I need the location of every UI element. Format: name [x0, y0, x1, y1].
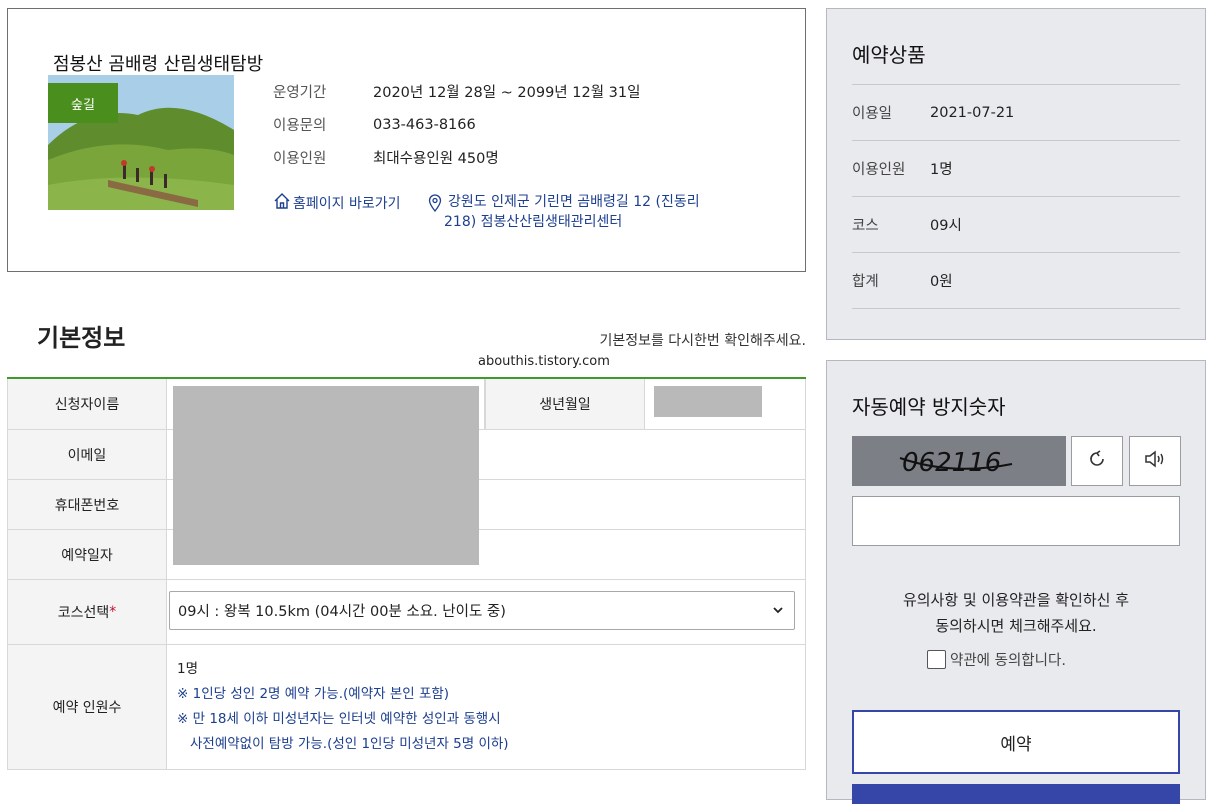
people-note: 사전예약없이 탐방 가능.(성인 1인당 미성년자 5명 이하) — [190, 736, 509, 752]
people-note: ※ 만 18세 이하 미성년자는 인터넷 예약한 성인과 동행시 — [177, 711, 501, 727]
phone-label: 휴대폰번호 — [7, 480, 167, 529]
product-title: 점봉산 곰배령 산림생태탐방 — [53, 54, 264, 75]
homepage-link[interactable]: 홈페이지 바로가기 — [273, 192, 401, 214]
product-image: 숲길 — [48, 75, 234, 210]
speaker-icon — [1143, 448, 1167, 474]
basic-info-title: 기본정보 — [37, 324, 126, 352]
summary-value: 09시 — [930, 218, 962, 234]
course-label: 코스선택 * — [7, 580, 167, 644]
reservation-summary: 예약상품 이용일 2021-07-21 이용인원 1명 코스 09시 합계 0원 — [826, 8, 1206, 340]
home-icon — [273, 192, 291, 214]
applicant-name-label: 신청자이름 — [7, 379, 167, 429]
map-pin-icon — [428, 194, 442, 218]
people-label: 예약 인원수 — [7, 645, 167, 769]
address-link[interactable]: 강원도 인제군 기린면 곰배령길 12 (진동리 218) 점봉산산림생태관리센… — [428, 192, 728, 232]
summary-row-people: 이용인원 1명 — [852, 141, 1180, 197]
summary-title: 예약상품 — [852, 43, 926, 67]
refresh-icon — [1086, 448, 1108, 474]
next-button[interactable] — [852, 784, 1180, 804]
info-value: 033-463-8166 — [373, 116, 476, 133]
birth-label: 생년월일 — [485, 379, 645, 429]
agree-checkbox[interactable] — [927, 650, 946, 669]
course-label-text: 코스선택 — [57, 605, 110, 621]
address-line: 218) 점봉산산림생태관리센터 — [444, 214, 623, 230]
people-info: 1명 ※ 1인당 성인 2명 예약 가능.(예약자 본인 포함) ※ 만 18세… — [177, 657, 509, 757]
redacted-block — [173, 386, 479, 565]
summary-label: 합계 — [852, 274, 879, 290]
info-value: 2020년 12월 28일 ~ 2099년 12월 31일 — [373, 85, 641, 101]
chevron-down-icon — [772, 604, 784, 620]
summary-value: 2021-07-21 — [930, 104, 1015, 121]
info-label: 이용인원 — [273, 151, 327, 167]
product-card: 점봉산 곰배령 산림생태탐방 숲길 운영기간 2020년 12월 28일 ~ 2… — [7, 8, 806, 272]
captcha-image: 062116 — [852, 436, 1066, 486]
category-badge: 숲길 — [48, 83, 118, 123]
reserve-button[interactable]: 예약 — [852, 710, 1180, 774]
summary-list: 이용일 2021-07-21 이용인원 1명 코스 09시 합계 0원 — [852, 84, 1180, 309]
agree-checkbox-row[interactable]: 약관에 동의합니다. — [927, 649, 1066, 670]
summary-row-course: 코스 09시 — [852, 197, 1180, 253]
required-mark: * — [109, 604, 117, 620]
course-select-value: 09시 : 왕복 10.5km (04시간 00분 소요. 난이도 중) — [178, 604, 506, 620]
summary-label: 이용인원 — [852, 162, 906, 178]
agree-checkbox-label: 약관에 동의합니다. — [950, 653, 1066, 669]
address-line: 강원도 인제군 기린면 곰배령길 12 (진동리 — [448, 194, 700, 210]
info-row-period: 운영기간 2020년 12월 28일 ~ 2099년 12월 31일 — [273, 75, 640, 108]
summary-value: 0원 — [930, 274, 953, 290]
summary-label: 코스 — [852, 218, 879, 234]
agree-line: 유의사항 및 이용약관을 확인하신 후 — [902, 591, 1130, 609]
redacted-birth — [654, 386, 762, 417]
summary-row-total: 합계 0원 — [852, 253, 1180, 309]
agree-instructions: 유의사항 및 이용약관을 확인하신 후 동의하시면 체크해주세요. — [852, 587, 1180, 639]
basic-info-note: 기본정보를 다시한번 확인해주세요. — [599, 333, 806, 349]
summary-value: 1명 — [930, 162, 953, 178]
summary-row-date: 이용일 2021-07-21 — [852, 85, 1180, 141]
info-row-capacity: 이용인원 최대수용인원 450명 — [273, 141, 640, 174]
agree-line: 동의하시면 체크해주세요. — [935, 617, 1097, 635]
people-count: 1명 — [177, 661, 199, 677]
info-label: 운영기간 — [273, 85, 327, 101]
info-label: 이용문의 — [273, 118, 327, 134]
homepage-link-label: 홈페이지 바로가기 — [293, 196, 401, 212]
captcha-title: 자동예약 방지숫자 — [852, 395, 1006, 419]
date-label: 예약일자 — [7, 530, 167, 579]
captcha-panel: 자동예약 방지숫자 062116 유의사항 및 이용약관을 확인하신 후 동의하… — [826, 360, 1206, 804]
audio-captcha-button[interactable] — [1129, 436, 1181, 486]
people-note: ※ 1인당 성인 2명 예약 가능.(예약자 본인 포함) — [177, 686, 450, 702]
info-row-contact: 이용문의 033-463-8166 — [273, 108, 640, 141]
refresh-captcha-button[interactable] — [1071, 436, 1123, 486]
info-value: 최대수용인원 450명 — [373, 151, 499, 167]
course-select[interactable]: 09시 : 왕복 10.5km (04시간 00분 소요. 난이도 중) — [169, 591, 795, 630]
captcha-input[interactable] — [852, 496, 1180, 546]
product-info: 운영기간 2020년 12월 28일 ~ 2099년 12월 31일 이용문의 … — [273, 75, 640, 174]
summary-label: 이용일 — [852, 106, 893, 122]
email-label: 이메일 — [7, 430, 167, 479]
watermark-text: abouthis.tistory.com — [478, 354, 610, 369]
